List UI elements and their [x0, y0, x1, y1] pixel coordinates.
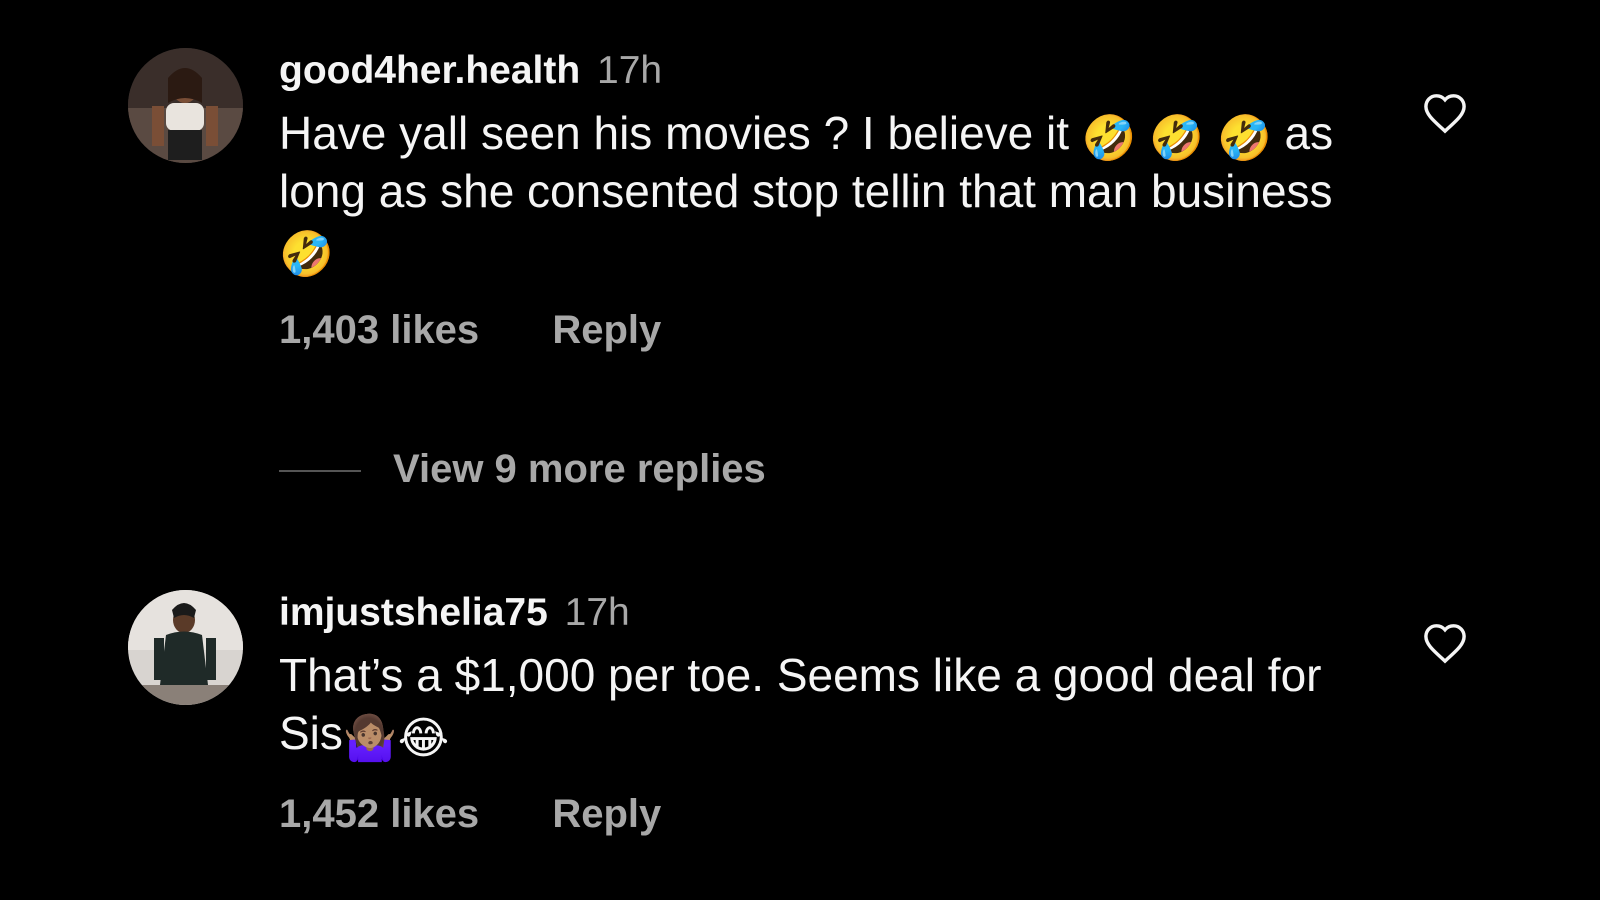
- comment-header: imjustshelia75 17h: [279, 590, 1339, 636]
- reply-button[interactable]: Reply: [552, 308, 661, 352]
- rofl-emoji-icon: 🤣: [1149, 113, 1205, 164]
- comment-actions: 1,452 likes Reply: [279, 790, 1339, 838]
- rofl-emoji-icon: 🤣: [1081, 113, 1137, 164]
- comment-text: Have yall seen his movies ? I believe it…: [279, 104, 1339, 278]
- heart-outline-icon[interactable]: [1422, 92, 1468, 134]
- username[interactable]: good4her.health: [279, 49, 580, 92]
- timestamp: 17h: [564, 591, 630, 634]
- comment-text-part: Have yall seen his movies ? I believe it: [279, 107, 1082, 159]
- timestamp: 17h: [597, 49, 663, 92]
- rofl-emoji-icon: 🤣: [1216, 113, 1272, 164]
- rofl-emoji-icon: 🤣: [279, 229, 334, 280]
- view-more-replies-button[interactable]: View 9 more replies: [279, 445, 766, 493]
- tears-of-joy-emoji-icon: 😂: [397, 713, 450, 764]
- comment-text: That’s a $1,000 per toe. Seems like a go…: [279, 646, 1339, 762]
- likes-count[interactable]: 1,452 likes: [279, 792, 479, 836]
- comment-header: good4her.health 17h: [279, 48, 1339, 94]
- reply-button[interactable]: Reply: [552, 792, 661, 836]
- profile-photo-icon: [128, 48, 243, 163]
- heart-outline-icon[interactable]: [1422, 622, 1468, 664]
- comment-body: good4her.health 17h Have yall seen his m…: [279, 48, 1339, 354]
- likes-count[interactable]: 1,403 likes: [279, 308, 479, 352]
- replies-divider: [279, 470, 361, 473]
- comment-body: imjustshelia75 17h That’s a $1,000 per t…: [279, 590, 1339, 838]
- avatar[interactable]: [128, 48, 243, 163]
- avatar[interactable]: [128, 590, 243, 705]
- shrug-emoji-icon: 🤷🏽‍♀️: [342, 713, 398, 764]
- view-more-replies-label: View 9 more replies: [393, 447, 766, 491]
- comment-actions: 1,403 likes Reply: [279, 306, 1339, 354]
- profile-photo-icon: [128, 590, 243, 705]
- username[interactable]: imjustshelia75: [279, 591, 548, 634]
